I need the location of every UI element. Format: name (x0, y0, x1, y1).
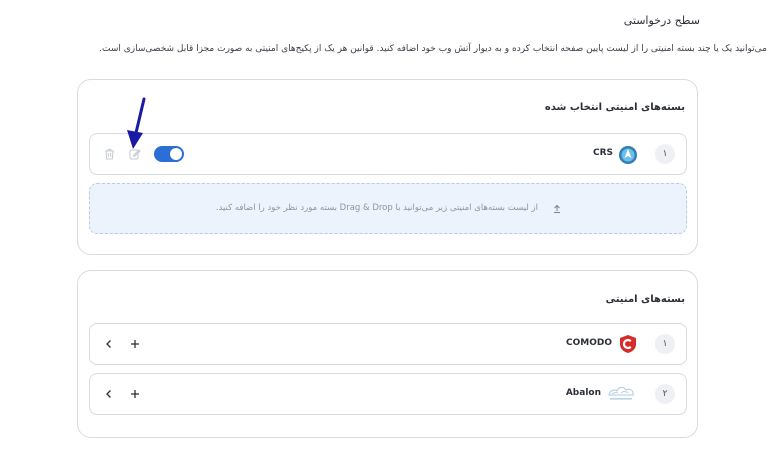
selected-packages-title: بسته‌های امنیتی انتخاب شده (544, 102, 685, 113)
available-package-row-abalon[interactable]: ۲ Abalon (89, 373, 687, 415)
selected-package-row-crs[interactable]: ۱ CRS (89, 133, 687, 175)
crs-logo-icon (619, 146, 637, 164)
package-index-badge: ۲ (655, 384, 675, 404)
package-enable-toggle[interactable] (154, 146, 184, 162)
chevron-left-icon[interactable] (102, 337, 116, 351)
available-packages-card: بسته‌های امنیتی ۱ COMODO ۲ Abalon (77, 270, 698, 438)
add-package-button[interactable] (128, 387, 142, 401)
drag-hand-icon (554, 204, 560, 214)
package-name: COMODO (566, 338, 612, 348)
delete-package-button[interactable] (101, 146, 117, 162)
drag-drop-zone[interactable]: از لیست بسته‌های امنیتی زیر می‌توانید با… (89, 183, 687, 234)
package-name: CRS (592, 148, 613, 158)
abalon-logo-icon (608, 387, 634, 400)
selected-packages-card: بسته‌های امنیتی انتخاب شده ۱ CRS (77, 79, 698, 255)
toggle-knob (170, 148, 182, 160)
package-name: Abalon (565, 388, 601, 398)
page-description: می‌توانید یک یا چند بسته امنیتی را از لی… (99, 44, 767, 54)
page-title: سطح درخواستی (623, 14, 700, 27)
package-index-badge: ۱ (655, 144, 675, 164)
available-packages-title: بسته‌های امنیتی (605, 294, 685, 305)
comodo-shield-icon (620, 335, 636, 353)
trash-icon (104, 149, 114, 160)
annotation-arrow-icon (127, 97, 146, 149)
add-package-button[interactable] (128, 337, 142, 351)
package-index-badge: ۱ (655, 334, 675, 354)
available-package-row-comodo[interactable]: ۱ COMODO (89, 323, 687, 365)
drag-drop-hint: از لیست بسته‌های امنیتی زیر می‌توانید با… (215, 203, 538, 213)
chevron-left-icon[interactable] (102, 387, 116, 401)
